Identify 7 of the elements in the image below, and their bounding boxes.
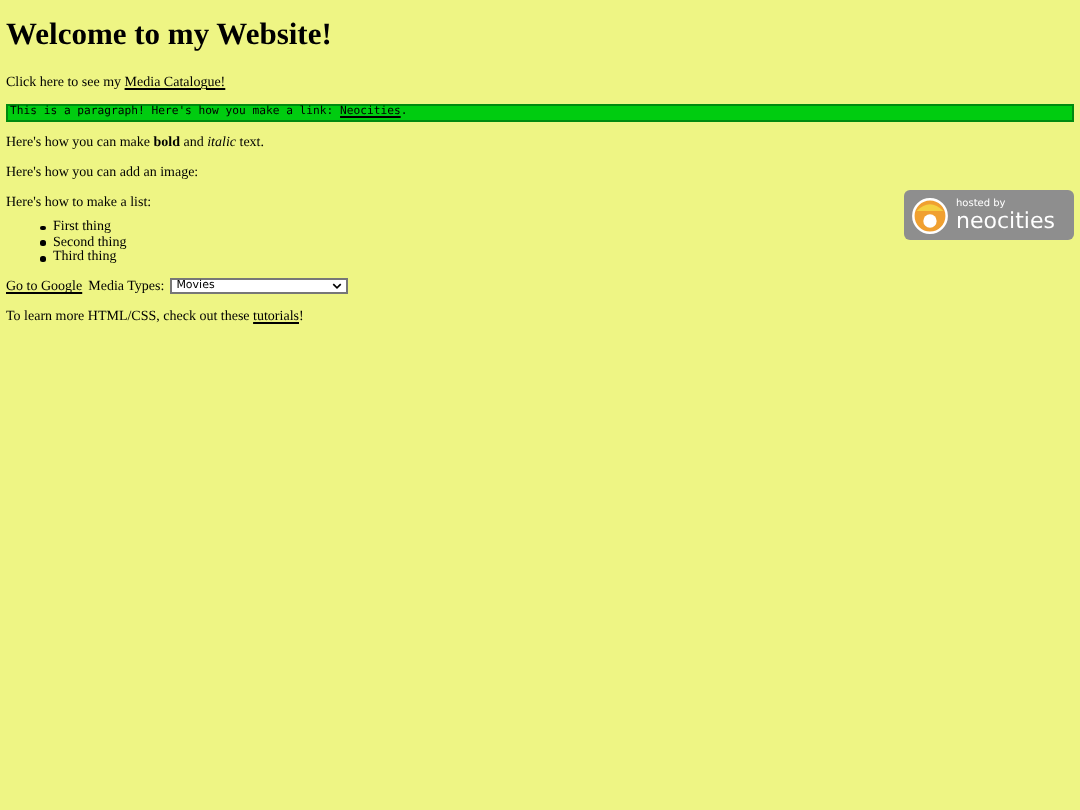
bullet-icon [40,240,45,246]
chevron-icon [332,282,343,291]
mascot-icon [910,195,950,235]
bullet-icon [40,225,45,231]
bullet-icon [40,256,45,261]
page-heading: Welcome to my Website! [6,18,334,54]
neocities-text: neocities [956,209,1055,231]
